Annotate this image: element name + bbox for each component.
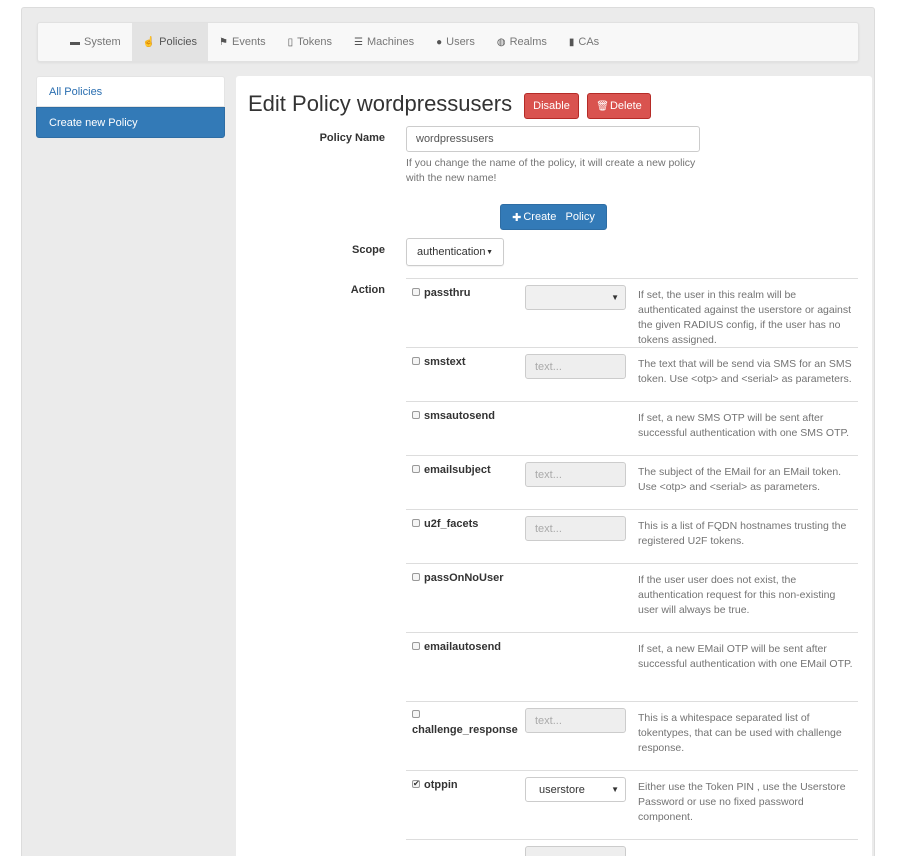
- sidebar: All Policies Create new Policy: [36, 76, 225, 138]
- nav-tab-label: Users: [446, 36, 475, 48]
- action-name: smstext: [424, 356, 466, 368]
- action-description: The subject of the EMail for an EMail to…: [638, 466, 842, 493]
- main-container: ▬ System ☝ Policies ⚑ Events ▯ Tokens ☰ Machines ●…: [21, 7, 875, 856]
- emailautosend-checkbox[interactable]: [412, 642, 420, 650]
- action-description: This is a list of FQDN hostnames trustin…: [638, 520, 847, 547]
- action-row-partial: [406, 839, 858, 856]
- disable-button[interactable]: Disable: [524, 93, 579, 119]
- nav-tab-label: CAs: [578, 36, 600, 48]
- action-name: u2f_facets: [424, 518, 479, 530]
- action-name: emailautosend: [424, 641, 502, 653]
- nav-list: ▬ System ☝ Policies ⚑ Events ▯ Tokens ☰ Machines ●…: [38, 23, 858, 61]
- trash-icon: 🗑: [596, 100, 609, 112]
- u2f_facets-checkbox[interactable]: [412, 519, 420, 527]
- globe-icon: ◍: [496, 36, 506, 48]
- action-name: smsautosend: [424, 410, 495, 422]
- scope-select[interactable]: authentication ▼: [406, 238, 504, 266]
- action-row-otppin: ✔ otppin userstore ▼ Either use the Token PI…: [406, 770, 858, 839]
- nav-tab-label: Policies: [159, 36, 198, 48]
- edit-policy-panel: Edit Policy wordpressusers Disable 🗑 Dele…: [236, 76, 872, 856]
- action-description: Either use the Token PIN , use the Users…: [638, 781, 846, 823]
- partial-input[interactable]: [525, 846, 626, 856]
- passthru-checkbox[interactable]: [412, 288, 420, 296]
- sidebar-item-create-new-policy[interactable]: Create new Policy: [36, 107, 225, 138]
- action-name: passOnNoUser: [424, 572, 504, 584]
- nav-tab-cas[interactable]: ▮ CAs: [558, 23, 610, 61]
- briefcase-icon: ▬: [70, 36, 80, 48]
- action-description: If set, a new EMail OTP will be sent aft…: [638, 643, 853, 670]
- action-description: This is a whitespace separated list of t…: [638, 712, 842, 754]
- nav-tab-label: Tokens: [297, 36, 333, 48]
- smsautosend-checkbox[interactable]: [412, 411, 420, 419]
- caret-down-icon: ▼: [486, 248, 493, 256]
- bookmark-icon: ▮: [568, 36, 575, 48]
- action-description: The text that will be send via SMS for a…: [638, 358, 852, 385]
- passthru-select[interactable]: ▼: [525, 285, 626, 310]
- nav-tab-users[interactable]: ● Users: [425, 23, 486, 61]
- challenge_response-checkbox[interactable]: [412, 710, 420, 718]
- action-row-emailsubject: emailsubject text... The subject of the EM…: [406, 455, 858, 509]
- action-row-emailautosend: emailautosend If set, a new EMail OTP wil…: [406, 632, 858, 701]
- action-row-challenge_response: challenge_response text... This is a white…: [406, 701, 858, 770]
- action-description: If set, the user in this realm will be a…: [638, 289, 852, 346]
- nav-tab-policies[interactable]: ☝ Policies: [131, 23, 209, 61]
- scope-value: authentication: [417, 246, 486, 258]
- otppin-value: userstore: [539, 783, 585, 796]
- emailsubject-checkbox[interactable]: [412, 465, 420, 473]
- delete-button-label: Delete: [609, 100, 642, 112]
- policy-name-label: Policy Name: [319, 132, 385, 144]
- nav-tab-events[interactable]: ⚑ Events: [208, 23, 277, 61]
- list-icon: ☰: [354, 36, 363, 48]
- action-label: Action: [350, 284, 385, 296]
- smstext-input[interactable]: text...: [525, 354, 626, 379]
- policy-name-input[interactable]: wordpressusers: [406, 126, 700, 152]
- passOnNoUser-checkbox[interactable]: [412, 573, 420, 581]
- plus-icon: ✚: [512, 211, 522, 224]
- emailsubject-input[interactable]: text...: [525, 462, 626, 487]
- challenge_response-input[interactable]: text...: [525, 708, 626, 733]
- action-row-passthru: passthru ▼ If set, the user in this realm …: [406, 278, 858, 347]
- user-icon: ●: [436, 36, 443, 48]
- action-row-smsautosend: smsautosend If set, a new SMS OTP will be…: [406, 401, 858, 455]
- smstext-checkbox[interactable]: [412, 357, 420, 365]
- create-policy-button[interactable]: ✚ Create Policy: [500, 204, 607, 230]
- action-description: If set, a new SMS OTP will be sent after…: [638, 412, 850, 439]
- nav-tab-realms[interactable]: ◍ Realms: [486, 23, 558, 61]
- nav-tab-label: System: [84, 36, 121, 48]
- nav-tab-system[interactable]: ▬ System: [59, 23, 132, 61]
- action-description: If the user user does not exist, the aut…: [638, 574, 836, 616]
- policy-name-help: If you change the name of the policy, it…: [406, 157, 696, 184]
- scope-label: Scope: [351, 244, 385, 256]
- caret-down-icon: ▼: [611, 785, 619, 794]
- page-title: Edit Policy wordpressusers: [248, 91, 513, 116]
- phone-icon: ▯: [287, 36, 294, 48]
- u2f_facets-input[interactable]: text...: [525, 516, 626, 541]
- action-name: emailsubject: [424, 464, 491, 476]
- action-row-u2f_facets: u2f_facets text... This is a list of FQDN …: [406, 509, 858, 563]
- nav-tab-machines[interactable]: ☰ Machines: [343, 23, 425, 61]
- caret-down-icon: ▼: [611, 293, 619, 302]
- nav-tab-tokens[interactable]: ▯ Tokens: [277, 23, 343, 61]
- create-policy-label: Create Policy: [523, 211, 595, 223]
- top-navbar: ▬ System ☝ Policies ⚑ Events ▯ Tokens ☰ Machines ●…: [37, 22, 859, 62]
- action-name: otppin: [424, 779, 458, 791]
- nav-tab-label: Events: [232, 36, 266, 48]
- sidebar-item-all-policies[interactable]: All Policies: [36, 76, 225, 107]
- nav-tab-label: Machines: [367, 36, 415, 48]
- action-name: passthru: [424, 287, 471, 299]
- otppin-checkbox[interactable]: ✔: [412, 780, 420, 788]
- action-name: challenge_response: [412, 724, 518, 736]
- action-row-passOnNoUser: passOnNoUser If the user user does not ex…: [406, 563, 858, 632]
- delete-button[interactable]: 🗑 Delete: [587, 93, 651, 119]
- nav-tab-label: Realms: [509, 36, 547, 48]
- flag-icon: ⚑: [219, 36, 229, 48]
- hand-icon: ☝: [142, 36, 156, 48]
- otppin-select[interactable]: userstore ▼: [525, 777, 626, 802]
- action-list: passthru ▼ If set, the user in this realm …: [406, 278, 858, 856]
- action-row-smstext: smstext text... The text that will be send…: [406, 347, 858, 401]
